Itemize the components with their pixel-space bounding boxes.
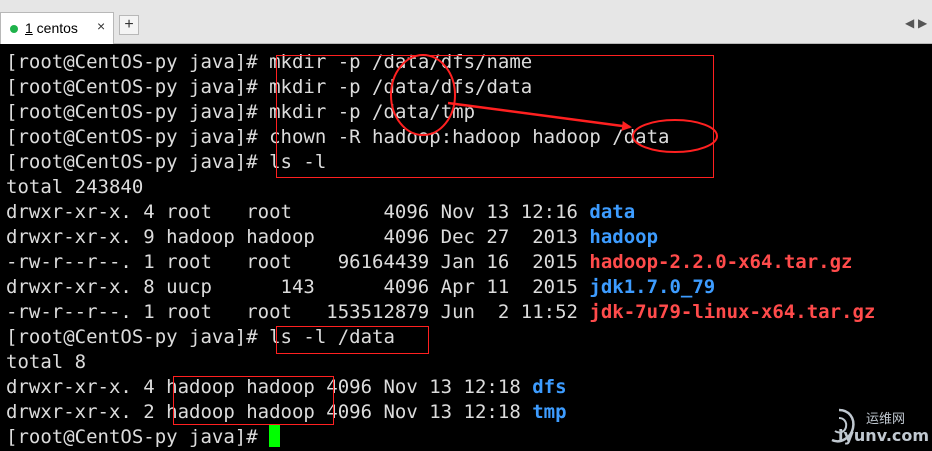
- prompt: [root@CentOS-py java]#: [6, 426, 270, 448]
- prompt: [root@CentOS-py java]#: [6, 51, 270, 73]
- prompt: [root@CentOS-py java]#: [6, 126, 270, 148]
- scroll-left-icon[interactable]: ◀: [905, 16, 914, 30]
- highlight-box-owner: [173, 376, 334, 425]
- connection-status-icon: [10, 25, 18, 33]
- terminal-line: [root@CentOS-py java]#: [6, 425, 281, 450]
- file-name: hadoop: [589, 226, 659, 248]
- prompt: [root@CentOS-py java]#: [6, 76, 270, 98]
- file-name: dfs: [532, 376, 567, 398]
- tab-bar: 1 centos × + ◀ ▶: [0, 0, 932, 44]
- tab-label: 1 centos: [25, 20, 78, 36]
- file-meta: drwxr-xr-x. 9 hadoop hadoop 4096 Dec 27 …: [6, 226, 590, 248]
- file-name: tmp: [532, 401, 567, 423]
- prompt: [root@CentOS-py java]#: [6, 326, 270, 348]
- watermark-site-name: 运维网: [866, 412, 906, 427]
- scroll-right-icon[interactable]: ▶: [918, 16, 927, 30]
- close-icon[interactable]: ×: [97, 18, 105, 34]
- listing-row: -rw-r--r--. 1 root root 96164439 Jan 16 …: [6, 250, 853, 275]
- listing-row: -rw-r--r--. 1 root root 153512879 Jun 2 …: [6, 300, 875, 325]
- file-name: jdk-7u79-linux-x64.tar.gz: [589, 301, 876, 323]
- prompt: [root@CentOS-py java]#: [6, 151, 270, 173]
- watermark: 运维网 iyunv.com: [818, 402, 930, 448]
- file-name: hadoop-2.2.0-x64.tar.gz: [589, 251, 853, 273]
- tab-name: centos: [32, 20, 78, 36]
- file-name: jdk1.7.0_79: [589, 276, 716, 298]
- listing-row: drwxr-xr-x. 4 root root 4096 Nov 13 12:1…: [6, 200, 635, 225]
- output-total: total 8: [6, 351, 87, 373]
- prompt: [root@CentOS-py java]#: [6, 101, 270, 123]
- file-meta: -rw-r--r--. 1 root root 153512879 Jun 2 …: [6, 301, 590, 323]
- file-meta: drwxr-xr-x. 4 root root 4096 Nov 13 12:1…: [6, 201, 590, 223]
- listing-row: drwxr-xr-x. 9 hadoop hadoop 4096 Dec 27 …: [6, 225, 658, 250]
- new-tab-button[interactable]: +: [119, 15, 139, 35]
- output-total: total 243840: [6, 176, 144, 198]
- file-meta: drwxr-xr-x. 8 uucp 143 4096 Apr 11 2015: [6, 276, 590, 298]
- tab-number: 1: [25, 20, 33, 36]
- watermark-url: iyunv.com: [838, 426, 930, 445]
- highlight-box-commands: [276, 55, 714, 178]
- listing-row: drwxr-xr-x. 8 uucp 143 4096 Apr 11 2015 …: [6, 275, 715, 300]
- file-meta: -rw-r--r--. 1 root root 96164439 Jan 16 …: [6, 251, 590, 273]
- tab-centos[interactable]: 1 centos ×: [0, 12, 114, 44]
- highlight-box-ls-data: [276, 326, 429, 354]
- terminal-cursor: [269, 425, 281, 447]
- file-name: data: [589, 201, 636, 223]
